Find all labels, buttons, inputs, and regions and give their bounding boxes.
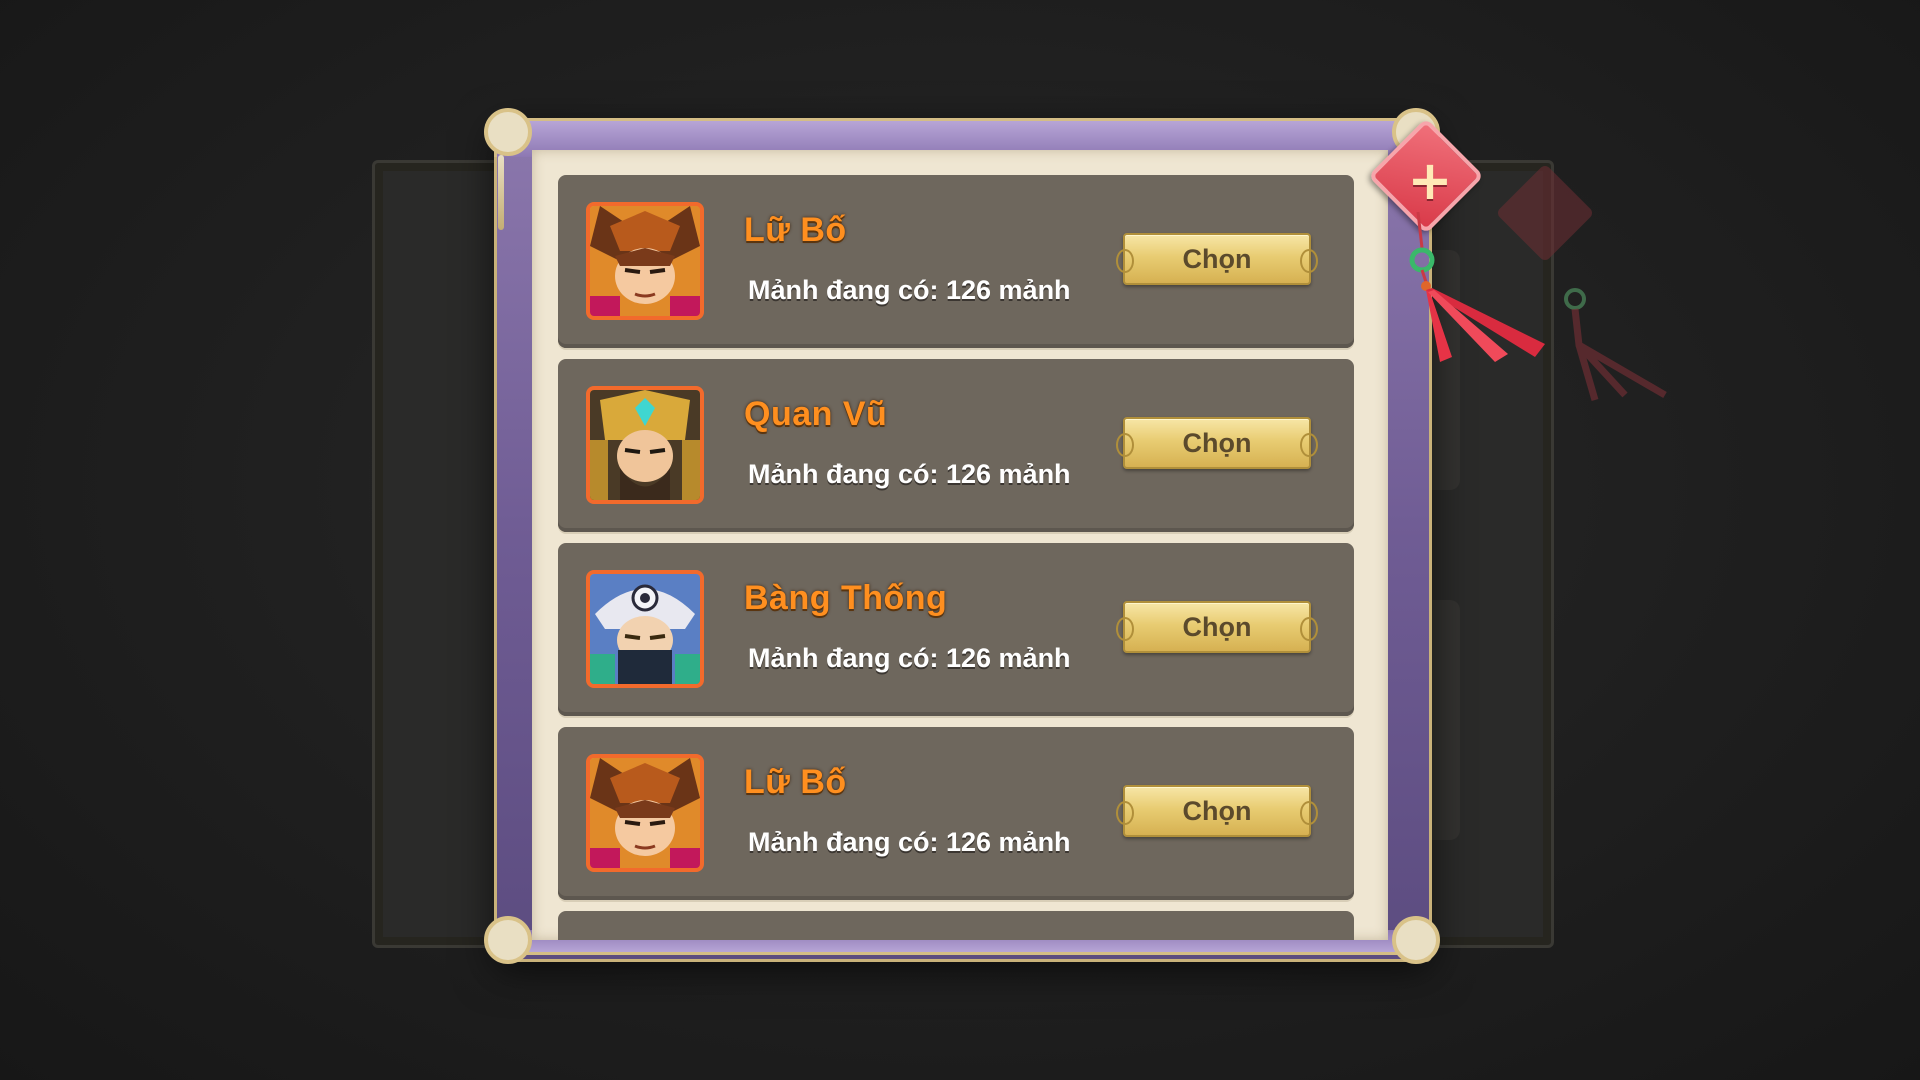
hero-name: Quan Vũ [744, 395, 888, 433]
hero-portrait-icon [586, 754, 704, 872]
list-item: Lữ Bố Mảnh đang có: 126 mảnh Chọn [558, 727, 1354, 900]
fragment-count: Mảnh đang có: 126 mảnh [748, 827, 1071, 857]
hero-name: Lữ Bố [744, 763, 847, 801]
fragment-count: Mảnh đang có: 126 mảnh [748, 459, 1071, 489]
choose-button[interactable]: Chọn [1116, 601, 1318, 653]
list-item: Bàng Thống Mảnh đang có: 126 mảnh Chọn [558, 543, 1354, 716]
choose-button[interactable]: Chọn [1116, 233, 1318, 285]
frame-ornament-icon [1392, 916, 1440, 964]
fragment-count: Mảnh đang có: 126 mảnh [748, 275, 1071, 305]
hero-portrait-icon [586, 202, 704, 320]
choose-button[interactable]: Chọn [1116, 785, 1318, 837]
frame-ornament-icon [484, 916, 532, 964]
list-item [558, 911, 1354, 940]
hero-portrait-icon [586, 386, 704, 504]
choose-button[interactable]: Chọn [1116, 417, 1318, 469]
hero-portrait-icon [586, 570, 704, 688]
hero-list[interactable]: Lữ Bố Mảnh đang có: 126 mảnh Chọn Quan V… [558, 175, 1354, 940]
dialog-content[interactable]: Lữ Bố Mảnh đang có: 126 mảnh Chọn Quan V… [532, 150, 1388, 940]
frame-ornament-icon [484, 108, 532, 156]
list-item: Quan Vũ Mảnh đang có: 126 mảnh Chọn [558, 359, 1354, 532]
hero-name: Bàng Thống [744, 579, 948, 617]
scroll-pin-icon [498, 155, 504, 230]
hero-name: Lữ Bố [744, 211, 847, 249]
background-tassel-icon [1564, 288, 1667, 401]
tassel-icon [1409, 212, 1545, 362]
fragment-count: Mảnh đang có: 126 mảnh [748, 643, 1071, 673]
list-item: Lữ Bố Mảnh đang có: 126 mảnh Chọn [558, 175, 1354, 348]
